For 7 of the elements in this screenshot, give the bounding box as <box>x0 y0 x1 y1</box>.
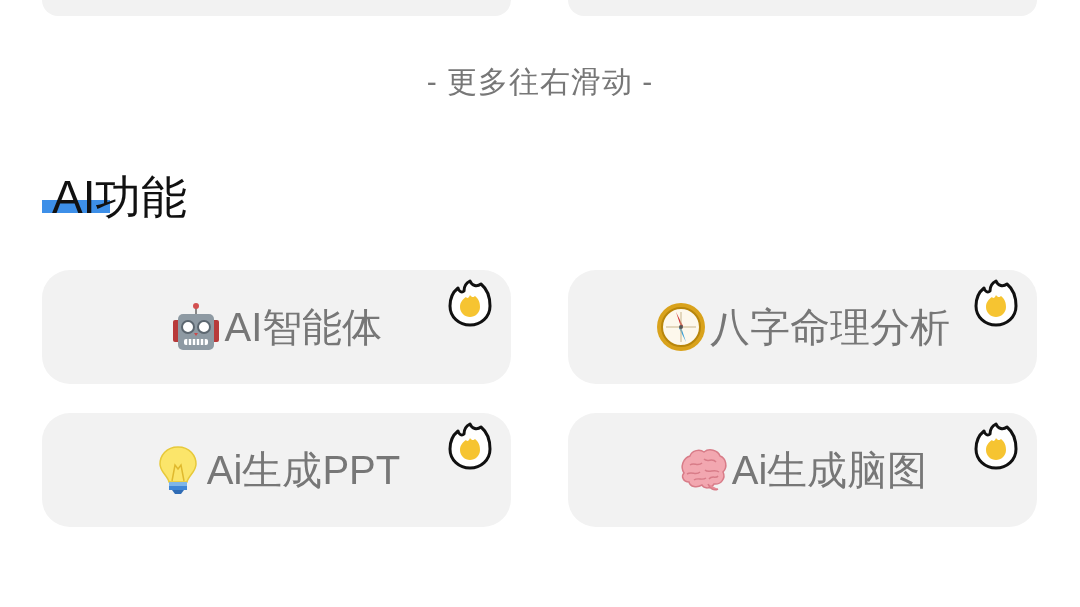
feature-button[interactable]: 八字命理分析 <box>568 270 1037 384</box>
scroll-hint: - 更多往右滑动 - <box>426 64 654 100</box>
feature-button[interactable]: AI智能体 <box>42 270 511 384</box>
robot-icon <box>170 302 221 352</box>
feature-button[interactable]: Ai生成PPT <box>42 413 511 527</box>
feature-button[interactable]: Ai生成脑图 <box>568 413 1037 527</box>
compass-icon <box>655 302 706 352</box>
